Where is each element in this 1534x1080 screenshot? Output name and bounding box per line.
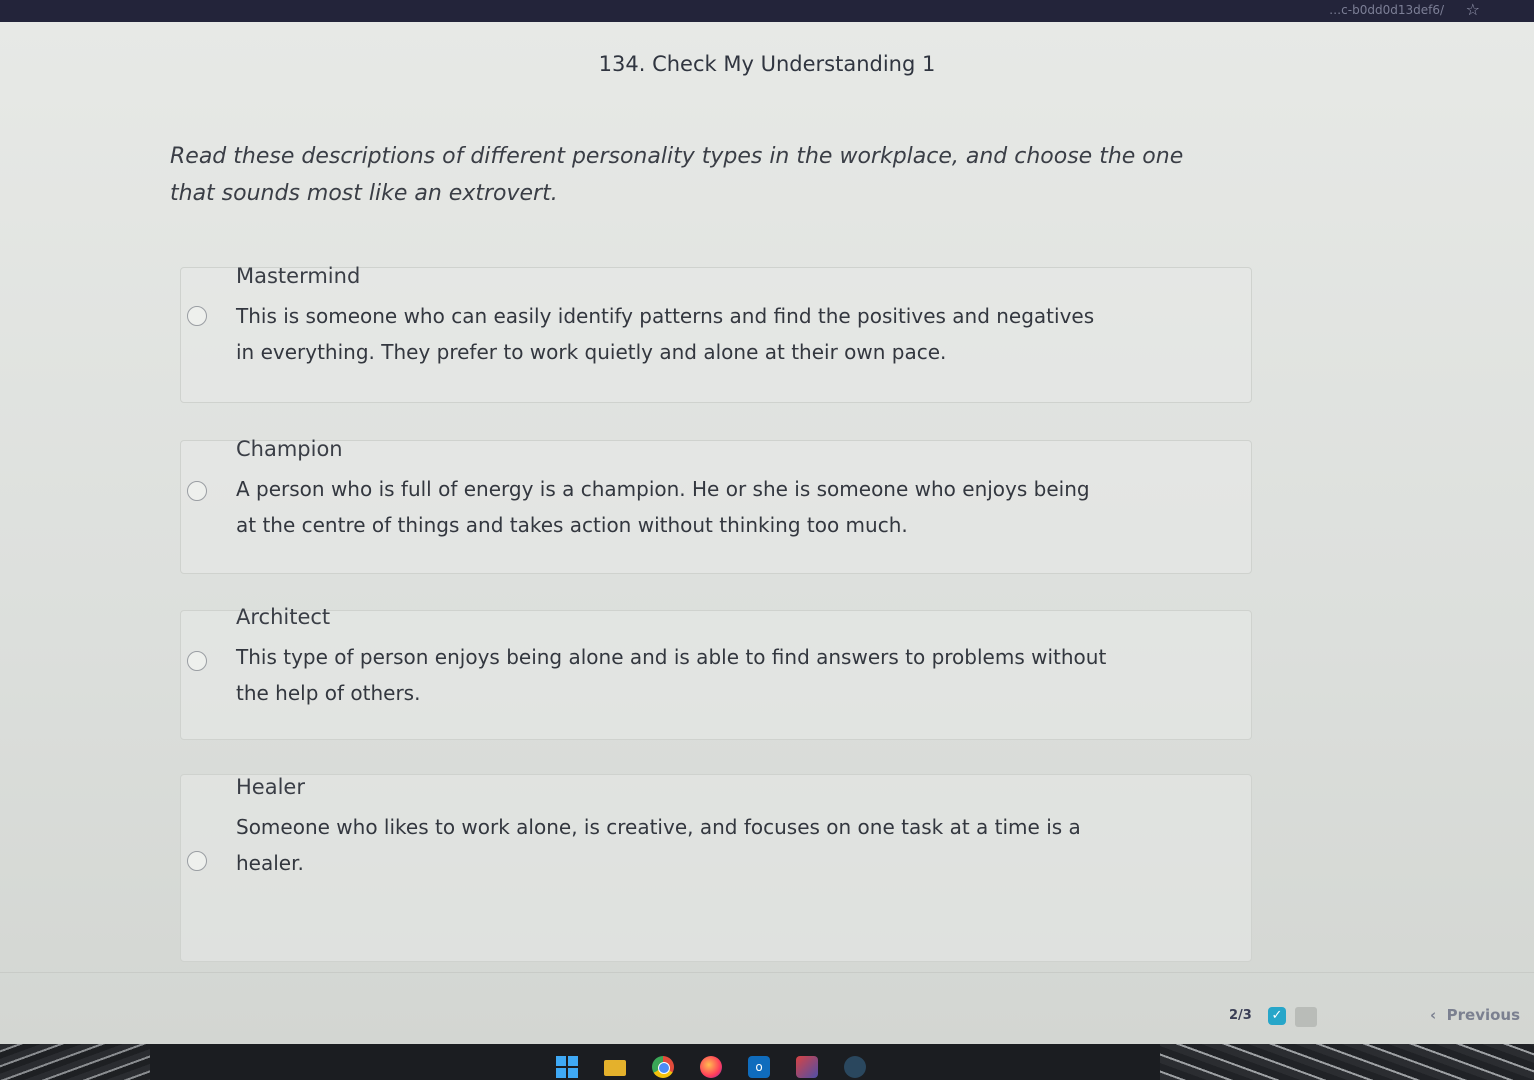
option-title: Architect — [236, 605, 331, 629]
app-icon[interactable] — [796, 1056, 818, 1078]
star-icon[interactable]: ☆ — [1466, 0, 1480, 22]
page-indicator-box[interactable] — [1295, 1007, 1317, 1027]
radio-button[interactable] — [187, 481, 207, 501]
taskbar: o — [0, 1044, 1534, 1080]
steam-icon[interactable] — [844, 1056, 866, 1078]
url-fragment[interactable]: …c-b0dd0d13def6/ — [1329, 0, 1444, 22]
radio-button[interactable] — [187, 651, 207, 671]
browser-top-bar: …c-b0dd0d13def6/ ☆ — [0, 0, 1534, 22]
option-title: Healer — [236, 775, 305, 799]
wallpaper-left — [0, 1044, 150, 1080]
option-description: Someone who likes to work alone, is crea… — [236, 815, 1081, 875]
radio-button[interactable] — [187, 851, 207, 871]
check-icon[interactable]: ✓ — [1268, 1007, 1286, 1025]
quiz-page: 134. Check My Understanding 1 Read these… — [0, 22, 1534, 1044]
option-title: Mastermind — [236, 264, 361, 288]
option-champion[interactable]: Champion A person who is full of energy … — [180, 437, 1252, 574]
question-prompt: Read these descriptions of different per… — [170, 144, 1184, 206]
option-description: This is someone who can easily identify … — [236, 304, 1095, 364]
option-description: A person who is full of energy is a cham… — [236, 477, 1090, 537]
option-description: This type of person enjoys being alone a… — [236, 645, 1107, 705]
page-counter: 2/3 — [1229, 1008, 1252, 1023]
previous-label: Previous — [1446, 1006, 1521, 1024]
windows-icon[interactable] — [556, 1056, 578, 1078]
option-title: Champion — [236, 437, 343, 461]
radio-button[interactable] — [187, 306, 207, 326]
page-title: 134. Check My Understanding 1 — [598, 52, 936, 76]
folder-icon[interactable] — [604, 1060, 626, 1076]
option-healer[interactable]: Healer Someone who likes to work alone, … — [180, 774, 1252, 962]
outlook-icon[interactable]: o — [748, 1056, 770, 1078]
previous-button[interactable]: ‹ Previous — [1430, 1006, 1520, 1024]
footer-divider — [0, 972, 1534, 973]
wallpaper-right — [1160, 1044, 1534, 1080]
option-architect[interactable]: Architect This type of person enjoys bei… — [180, 605, 1252, 740]
option-mastermind[interactable]: Mastermind This is someone who can easil… — [180, 264, 1252, 403]
firefox-icon[interactable] — [700, 1056, 722, 1078]
chrome-icon[interactable] — [652, 1056, 674, 1078]
